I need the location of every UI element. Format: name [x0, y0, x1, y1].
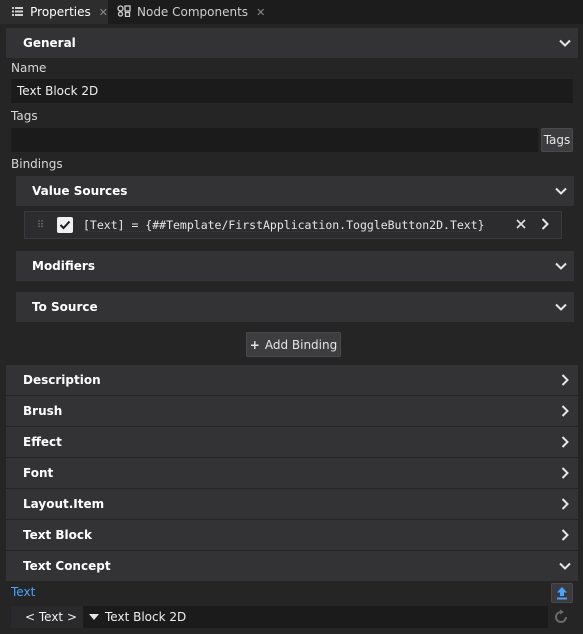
name-label: Name [11, 61, 47, 75]
tags-label: Tags [11, 109, 38, 123]
section-description-header[interactable]: Description [6, 365, 578, 395]
add-binding-button[interactable]: + Add Binding [246, 332, 341, 357]
section-title: Description [23, 373, 101, 387]
drag-handle-icon[interactable]: ⠿ [31, 220, 49, 231]
caret-down-icon[interactable] [89, 614, 100, 620]
section-effect-header[interactable]: Effect [6, 427, 578, 457]
add-binding-label: Add Binding [264, 337, 338, 352]
chevron-down-icon [548, 303, 574, 311]
modifiers-title: Modifiers [32, 259, 95, 273]
section-title: Brush [23, 404, 63, 418]
chevron-right-icon [552, 436, 578, 448]
section-title: Font [23, 466, 54, 480]
section-text-block-header[interactable]: Text Block [6, 520, 578, 550]
section-title: Effect [23, 435, 62, 449]
chevron-down-icon [552, 562, 578, 570]
section-title: Text Concept [23, 559, 111, 573]
chevron-down-icon [552, 39, 578, 47]
chevron-right-icon [552, 374, 578, 386]
name-field[interactable]: Text Block 2D [11, 79, 573, 103]
binding-row[interactable]: ⠿ [Text] = {##Template/FirstApplication.… [24, 211, 562, 239]
section-general-header[interactable]: General [6, 28, 578, 58]
reset-icon[interactable] [553, 609, 569, 625]
text-type-label: < Text > [25, 610, 78, 624]
components-icon [116, 4, 132, 20]
text-type-selector[interactable]: < Text > [11, 606, 84, 628]
tags-field[interactable] [11, 128, 538, 152]
tab-node-components-label: Node Components [137, 5, 249, 19]
section-title: Text Block [23, 528, 92, 542]
tab-node-components[interactable]: Node Components ✕ [110, 0, 270, 24]
binding-expression[interactable]: [Text] = {##Template/FirstApplication.To… [83, 218, 509, 232]
section-font-header[interactable]: Font [6, 458, 578, 488]
value-sources-header[interactable]: Value Sources [16, 176, 574, 206]
name-value: Text Block 2D [17, 84, 99, 98]
section-layout-item-header[interactable]: Layout.Item [6, 489, 578, 519]
upload-icon [557, 587, 567, 600]
section-brush-header[interactable]: Brush [6, 396, 578, 426]
text-value: Text Block 2D [105, 610, 187, 624]
remove-binding-icon[interactable] [509, 218, 533, 232]
tags-button[interactable]: Tags [541, 128, 573, 152]
chevron-right-icon [552, 498, 578, 510]
close-tab-icon[interactable]: ✕ [99, 6, 108, 19]
binding-enabled-checkbox[interactable] [57, 217, 73, 233]
chevron-down-icon [548, 187, 574, 195]
to-source-title: To Source [32, 300, 98, 314]
bindings-label: Bindings [11, 157, 63, 171]
tab-properties[interactable]: Properties ✕ [0, 0, 108, 24]
chevron-right-icon [552, 467, 578, 479]
chevron-down-icon [548, 262, 574, 270]
text-property-label: Text [11, 585, 36, 599]
plus-icon: + [249, 337, 260, 352]
modifiers-header[interactable]: Modifiers [16, 251, 574, 281]
section-general-title: General [23, 36, 76, 50]
chevron-right-icon [552, 405, 578, 417]
to-source-header[interactable]: To Source [16, 292, 574, 322]
chevron-right-icon[interactable] [533, 217, 557, 233]
export-property-button[interactable] [551, 583, 573, 603]
section-title: Layout.Item [23, 497, 105, 511]
text-value-field[interactable]: < Text > Text Block 2D [11, 606, 548, 628]
close-tab-icon[interactable]: ✕ [256, 6, 265, 19]
tab-properties-label: Properties [30, 5, 91, 19]
chevron-right-icon [552, 529, 578, 541]
value-sources-title: Value Sources [32, 184, 128, 198]
section-text-concept-header[interactable]: Text Concept [6, 551, 578, 581]
list-icon [10, 6, 25, 19]
